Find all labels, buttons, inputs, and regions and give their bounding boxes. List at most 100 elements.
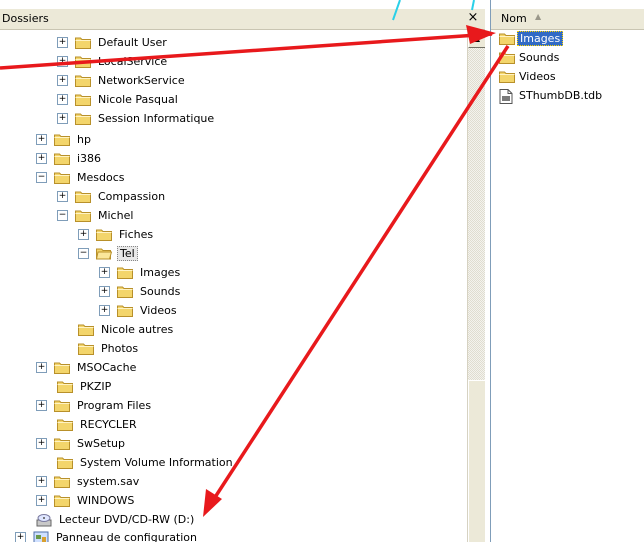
tree-item-lecteur-dvd-cd-rw-d[interactable]: Lecteur DVD/CD-RW (D:) [36,510,196,528]
folder-icon [54,133,70,146]
file-item-sounds[interactable]: Sounds [499,48,561,66]
tree-item-nicole-pasqual[interactable]: + Nicole Pasqual [57,90,180,108]
file-item-images[interactable]: Images [499,29,564,47]
tree-item-photos[interactable]: Photos [78,339,140,357]
folder-icon [57,418,73,431]
file-item-label: Sounds [519,50,560,64]
sort-ascending-icon: ▲ [535,12,542,21]
expand-icon[interactable]: + [99,285,110,297]
collapse-icon[interactable]: − [57,209,68,221]
expand-icon[interactable]: + [57,74,68,86]
folder-icon [78,323,94,336]
tree-item-label: PKZIP [80,379,112,393]
folder-icon [117,304,133,317]
folder-icon [54,361,70,374]
dvd-drive-icon [36,513,52,526]
expand-icon[interactable]: + [36,399,47,411]
folder-icon [75,93,91,106]
expand-icon[interactable]: + [57,93,68,105]
expand-icon[interactable]: + [57,55,68,67]
tree-item-hp[interactable]: + hp [36,130,93,148]
folder-tree-pane: Dossiers × + Default User + LocalService + Ne… [0,0,485,542]
file-item-label: SThumbDB.tdb [519,88,603,102]
tree-item-system-sav[interactable]: + system.sav [36,472,141,490]
folder-icon [96,228,112,241]
tree-item-label: Tel [117,245,138,261]
tree-item-session-informatique[interactable]: + Session Informatique [57,109,216,127]
tree-item-label: Nicole autres [101,322,174,336]
tree-item-images[interactable]: + Images [99,263,182,281]
tree-item-default-user[interactable]: + Default User [57,33,169,51]
control-panel-icon [33,531,49,542]
tree-item-system-volume-information[interactable]: System Volume Information [57,453,235,471]
tree-item-networkservice[interactable]: + NetworkService [57,71,187,89]
tree-item-label: system.sav [77,474,140,488]
folder-icon [75,112,91,125]
tree-item-fiches[interactable]: + Fiches [78,225,155,243]
tree-item-program-files[interactable]: + Program Files [36,396,153,414]
close-folder-pane-button[interactable]: × [466,11,480,25]
tree-item-label: Sounds [140,284,181,298]
tree-item-label: Program Files [77,398,152,412]
expand-icon[interactable]: + [36,133,47,145]
tree-item-compassion[interactable]: + Compassion [57,187,167,205]
tree-item-label: Compassion [98,189,166,203]
tree-item-nicole-autres[interactable]: Nicole autres [78,320,175,338]
file-item-label: Images [517,30,564,46]
tree-item-i386[interactable]: + i386 [36,149,103,167]
tree-item-panneau-de-configuration[interactable]: + Panneau de configuration [15,528,199,542]
folder-icon [78,342,94,355]
tree-item-tel[interactable]: − Tel [78,244,138,262]
tree-item-label: Photos [101,341,139,355]
tree-item-label: Lecteur DVD/CD-RW (D:) [59,512,195,526]
expand-icon[interactable]: + [99,304,110,316]
collapse-icon[interactable]: − [36,171,47,183]
tree-item-videos[interactable]: + Videos [99,301,179,319]
scroll-up-button[interactable]: ▲ [468,30,485,48]
column-header-nom[interactable]: Nom ▲ [491,9,644,30]
file-icon [499,88,515,104]
tree-item-label: Mesdocs [77,170,125,184]
tree-item-label: Fiches [119,227,154,241]
file-item-label: Videos [519,69,556,83]
collapse-icon[interactable]: − [78,247,89,259]
tree-scrollbar[interactable]: ▲ [467,30,485,542]
folder-icon [75,74,91,87]
expand-icon[interactable]: + [36,152,47,164]
expand-icon[interactable]: + [57,190,68,202]
folder-icon [54,399,70,412]
tree-item-windows[interactable]: + WINDOWS [36,491,136,509]
folder-icon [54,437,70,450]
tree-item-localservice[interactable]: + LocalService [57,52,169,70]
tree-item-recycler[interactable]: RECYCLER [57,415,139,433]
expand-icon[interactable]: + [36,437,47,449]
expand-icon[interactable]: + [36,494,47,506]
folder-icon [54,171,70,184]
file-item-videos[interactable]: Videos [499,67,558,85]
expand-icon[interactable]: + [57,112,68,124]
expand-icon[interactable]: + [78,228,89,240]
tree-item-label: SwSetup [77,436,125,450]
tree-item-swsetup[interactable]: + SwSetup [36,434,127,452]
expand-icon[interactable]: + [36,361,47,373]
file-item-sthumbdb-tdb[interactable]: SThumbDB.tdb [499,86,604,104]
folder-icon [75,190,91,203]
tree-item-label: hp [77,132,91,146]
folder-icon [499,51,515,64]
folder-pane-title: Dossiers [2,12,49,25]
scroll-thumb[interactable] [468,380,485,542]
tree-item-michel[interactable]: − Michel [57,206,135,224]
tree-item-label: Images [140,265,181,279]
expand-icon[interactable]: + [15,531,26,542]
folder-icon [75,209,91,222]
expand-icon[interactable]: + [57,36,68,48]
tree-item-sounds[interactable]: + Sounds [99,282,182,300]
tree-item-label: System Volume Information [80,455,233,469]
expand-icon[interactable]: + [99,266,110,278]
tree-item-label: Panneau de configuration [56,530,198,542]
column-name-label: Nom [501,12,527,25]
tree-item-pkzip[interactable]: PKZIP [57,377,113,395]
tree-item-msocache[interactable]: + MSOCache [36,358,138,376]
tree-item-mesdocs[interactable]: − Mesdocs [36,168,126,186]
expand-icon[interactable]: + [36,475,47,487]
